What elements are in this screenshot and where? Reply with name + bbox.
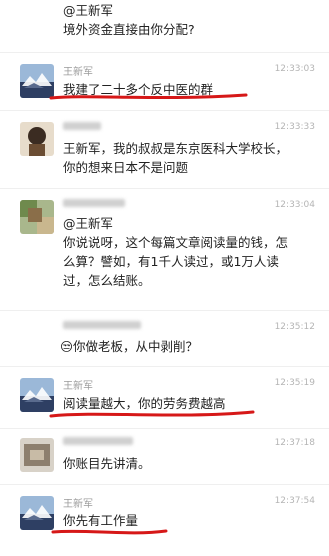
red-underline-annotation <box>49 410 255 418</box>
timestamp: 12:33:04 <box>274 200 315 210</box>
avatar[interactable] <box>20 200 54 234</box>
timestamp: 12:37:18 <box>274 438 315 448</box>
sender-name <box>63 122 101 133</box>
timestamp: 12:35:19 <box>274 378 315 388</box>
sender-name <box>63 199 125 210</box>
divider <box>0 188 329 189</box>
sender-name: 王新军 <box>63 381 93 392</box>
sender-name: 王新军 <box>63 67 93 78</box>
avatar[interactable] <box>20 496 54 530</box>
sender-name: 王新军 <box>63 499 93 510</box>
message-text: @王新军 你说说呀，这个每篇文章阅读量的钱，怎 么算？譬如，有1千人读过，或1万… <box>63 216 289 288</box>
red-underline-annotation <box>51 529 168 535</box>
timestamp: 12:33:03 <box>274 64 315 74</box>
divider <box>0 52 329 53</box>
message-text: 😒你做老板，从中剥削？ <box>60 339 199 354</box>
avatar[interactable] <box>20 438 54 472</box>
timestamp: 12:37:54 <box>274 496 315 506</box>
divider <box>0 110 329 111</box>
divider <box>0 428 329 429</box>
message-text: @王新军 境外资金直接由你分配? <box>63 3 195 37</box>
divider <box>0 310 329 311</box>
sender-name <box>63 437 133 448</box>
timestamp: 12:33:33 <box>274 122 315 132</box>
divider <box>0 484 329 485</box>
avatar[interactable] <box>20 122 54 156</box>
divider <box>0 366 329 367</box>
message-text: 王新军，我的叔叔是东京医科大学校长， 你的想来日本不是问题 <box>63 141 289 175</box>
chat-screen: { "messages": [ { "sender": "", "time": … <box>0 0 329 556</box>
sender-name <box>63 321 141 332</box>
red-underline-annotation <box>49 93 248 100</box>
timestamp: 12:35:12 <box>274 322 315 332</box>
message-text: 你账目先讲清。 <box>63 456 151 471</box>
